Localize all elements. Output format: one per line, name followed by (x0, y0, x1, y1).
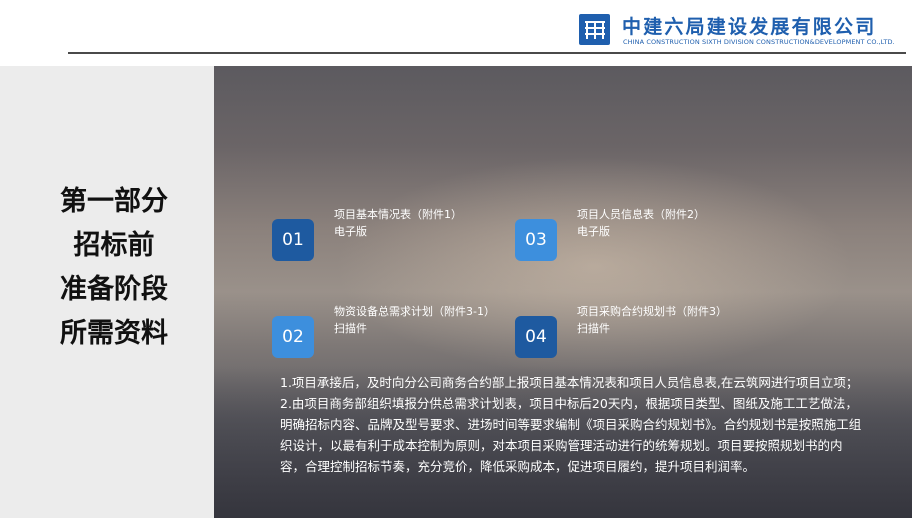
list-item: 项目人员信息表（附件2） 电子版 (577, 206, 753, 240)
section-title-line: 所需资料 (60, 318, 168, 349)
item-number-badge: 03 (515, 219, 557, 261)
company-name-en: CHINA CONSTRUCTION SIXTH DIVISION CONSTR… (623, 38, 895, 46)
item-number-badge: 01 (272, 219, 314, 261)
item-form: 电子版 (334, 225, 367, 238)
section-title: 第一部分 招标前 准备阶段 所需资料 (0, 180, 228, 356)
item-title: 项目采购合约规划书（附件3） (577, 305, 727, 318)
item-form: 电子版 (577, 225, 610, 238)
item-number-badge: 02 (272, 316, 314, 358)
header-divider (68, 52, 906, 54)
item-title: 项目人员信息表（附件2） (577, 208, 705, 221)
company-logo-icon (579, 14, 610, 45)
item-form: 扫描件 (577, 322, 610, 335)
section-title-line: 第一部分 (60, 186, 168, 217)
description-text: 1.项目承接后，及时向分公司商务合约部上报项目基本情况表和项目人员信息表,在云筑… (280, 372, 865, 477)
item-title: 物资设备总需求计划（附件3-1） (334, 305, 495, 318)
item-number-badge: 04 (515, 316, 557, 358)
section-title-line: 准备阶段 (60, 274, 168, 305)
company-name-cn: 中建六局建设发展有限公司 (622, 16, 877, 38)
section-title-line: 招标前 (73, 230, 155, 261)
list-item: 物资设备总需求计划（附件3-1） 扫描件 (334, 303, 510, 337)
item-form: 扫描件 (334, 322, 367, 335)
list-item: 项目采购合约规划书（附件3） 扫描件 (577, 303, 753, 337)
description-paragraph: 1.项目承接后，及时向分公司商务合约部上报项目基本情况表和项目人员信息表,在云筑… (280, 375, 859, 390)
list-item: 项目基本情况表（附件1） 电子版 (334, 206, 510, 240)
description-paragraph: 2.由项目商务部组织填报分供总需求计划表，项目中标后20天内，根据项目类型、图纸… (280, 396, 862, 474)
item-title: 项目基本情况表（附件1） (334, 208, 462, 221)
